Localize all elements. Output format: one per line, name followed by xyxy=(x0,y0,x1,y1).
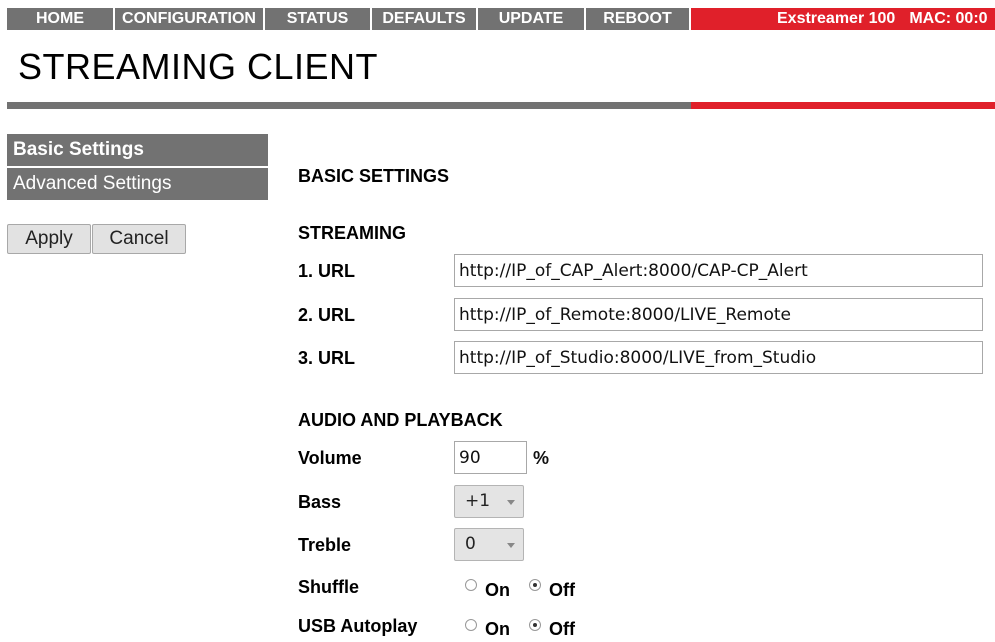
shuffle-on-radio[interactable] xyxy=(465,579,477,591)
url-2-label: 2. URL xyxy=(298,305,356,325)
url-3-label: 3. URL xyxy=(298,348,356,368)
shuffle-on-label: On xyxy=(485,580,510,600)
bass-select-value: +1 xyxy=(465,491,491,511)
chevron-down-icon xyxy=(507,500,515,505)
shuffle-off-radio[interactable] xyxy=(529,579,541,591)
streaming-heading: STREAMING xyxy=(298,223,406,243)
volume-label: Volume xyxy=(298,448,362,468)
volume-unit: % xyxy=(533,448,550,468)
usb-autoplay-label: USB Autoplay xyxy=(298,616,418,636)
bass-select[interactable]: +1 xyxy=(454,485,524,518)
usb-autoplay-on-radio[interactable] xyxy=(465,619,477,631)
device-info-bar: Exstreamer 100 MAC: 00:0 xyxy=(691,8,995,30)
nav-update[interactable]: UPDATE xyxy=(478,8,584,30)
nav-reboot[interactable]: REBOOT xyxy=(586,8,689,30)
url-1-input[interactable] xyxy=(454,254,983,287)
apply-button[interactable]: Apply xyxy=(7,224,91,254)
usb-autoplay-off-label: Off xyxy=(549,619,575,639)
usb-autoplay-off-radio[interactable] xyxy=(529,619,541,631)
device-name: Exstreamer 100 xyxy=(777,10,896,27)
page-title: STREAMING CLIENT xyxy=(18,46,379,87)
nav-status[interactable]: STATUS xyxy=(265,8,370,30)
shuffle-off-label: Off xyxy=(549,580,575,600)
treble-label: Treble xyxy=(298,535,352,555)
nav-defaults[interactable]: DEFAULTS xyxy=(372,8,476,30)
mac-address: MAC: 00:0 xyxy=(909,10,988,27)
nav-home[interactable]: HOME xyxy=(7,8,113,30)
top-nav: HOME CONFIGURATION STATUS DEFAULTS UPDAT… xyxy=(0,8,995,30)
basic-settings-heading: BASIC SETTINGS xyxy=(298,166,450,186)
sidebar-item-basic-settings[interactable]: Basic Settings xyxy=(7,134,268,166)
treble-select[interactable]: 0 xyxy=(454,528,524,561)
bass-label: Bass xyxy=(298,492,342,512)
nav-configuration[interactable]: CONFIGURATION xyxy=(115,8,263,30)
sidebar-item-advanced-settings[interactable]: Advanced Settings xyxy=(7,168,268,200)
treble-select-value: 0 xyxy=(465,534,476,554)
url-1-label: 1. URL xyxy=(298,261,356,281)
cancel-button[interactable]: Cancel xyxy=(92,224,186,254)
title-divider-red xyxy=(691,102,995,109)
chevron-down-icon xyxy=(507,543,515,548)
audio-playback-heading: AUDIO AND PLAYBACK xyxy=(298,410,503,430)
shuffle-label: Shuffle xyxy=(298,577,359,597)
title-divider-gray xyxy=(7,102,691,109)
url-2-input[interactable] xyxy=(454,298,983,331)
usb-autoplay-on-label: On xyxy=(485,619,510,639)
url-3-input[interactable] xyxy=(454,341,983,374)
volume-input[interactable] xyxy=(454,441,527,474)
